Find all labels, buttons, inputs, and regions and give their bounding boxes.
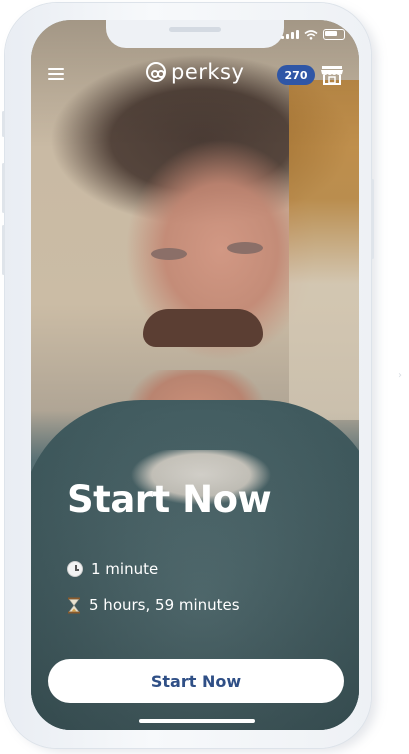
brand-name: perksy xyxy=(171,60,245,84)
app-screen: perksy 270 Start Now 1 minute 5 hours, 5… xyxy=(31,20,359,730)
duration-label: 1 minute xyxy=(91,560,159,578)
start-now-button[interactable]: Start Now xyxy=(48,659,344,703)
hourglass-icon xyxy=(68,597,80,613)
page-title: Start Now xyxy=(67,478,272,521)
notch xyxy=(106,20,284,48)
home-indicator[interactable] xyxy=(139,719,255,723)
phone-frame: perksy 270 Start Now 1 minute 5 hours, 5… xyxy=(2,3,374,748)
power-button xyxy=(371,179,374,259)
cellular-signal-icon xyxy=(281,30,299,39)
status-bar xyxy=(281,29,345,40)
duration-row: 1 minute xyxy=(67,560,158,578)
background-overlay xyxy=(31,20,359,730)
battery-icon xyxy=(323,29,345,40)
expiry-row: 5 hours, 59 minutes xyxy=(67,596,240,614)
chevron-right-icon: › xyxy=(398,370,402,381)
volume-up-button xyxy=(2,163,5,213)
app-logo: perksy xyxy=(146,60,244,84)
points-badge[interactable]: 270 xyxy=(277,65,315,85)
speaker-grille xyxy=(169,27,221,32)
volume-down-button xyxy=(2,225,5,275)
store-icon[interactable] xyxy=(320,64,344,86)
perksy-logo-icon xyxy=(146,62,166,82)
mute-switch xyxy=(2,111,5,137)
wifi-icon xyxy=(304,29,318,40)
clock-icon xyxy=(67,561,83,577)
expiry-label: 5 hours, 59 minutes xyxy=(89,596,240,614)
hamburger-menu-icon[interactable] xyxy=(48,68,64,82)
